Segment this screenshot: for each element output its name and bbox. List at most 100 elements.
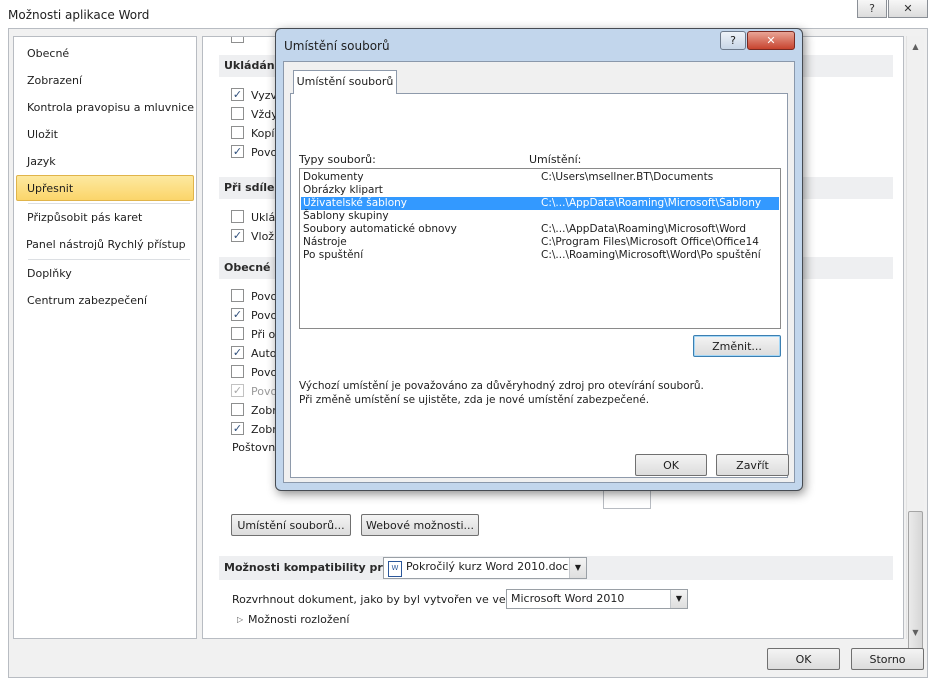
- file-type-cell: Dokumenty: [303, 171, 364, 183]
- file-type-cell: Obrázky klipart: [303, 184, 383, 196]
- sidebar-item-obecne[interactable]: Obecné: [27, 47, 69, 60]
- checkbox-obecne-7[interactable]: [231, 403, 244, 416]
- file-types-column-header: Typy souborů:: [299, 153, 376, 166]
- checkbox-obecne-1[interactable]: [231, 289, 244, 302]
- sidebar-item-zobrazeni[interactable]: Zobrazení: [27, 74, 82, 87]
- location-cell: C:\Users\msellner.BT\Documents: [541, 171, 714, 183]
- compat-document-combo[interactable]: W Pokročilý kurz Word 2010.docx ▼: [383, 557, 587, 579]
- location-cell: C:\Program Files\Microsoft Office\Office…: [541, 236, 759, 248]
- web-options-button-label: Webové možnosti...: [366, 518, 474, 532]
- window-title: Možnosti aplikace Word: [8, 8, 150, 22]
- list-item[interactable]: Obrázky klipart: [301, 184, 779, 197]
- file-types-header-text: Typy souborů:: [299, 153, 376, 166]
- tab-file-locations[interactable]: Umístění souborů: [293, 70, 397, 94]
- list-item[interactable]: Dokumenty C:\Users\msellner.BT\Documents: [301, 171, 779, 184]
- dialog-help-button[interactable]: ?: [720, 31, 746, 50]
- sidebar-item-prizpusobit-pas-karet[interactable]: Přizpůsobit pás karet: [27, 211, 142, 224]
- checkbox-ukladani-3[interactable]: [231, 126, 244, 139]
- chevron-down-icon[interactable]: ▼: [670, 590, 687, 608]
- sidebar-item-upresnit[interactable]: Upřesnit: [27, 182, 73, 195]
- checkbox-label: Uklá: [251, 211, 276, 224]
- checkbox-ukladani-4[interactable]: ✓: [231, 145, 244, 158]
- checkbox-label: Povo: [251, 290, 278, 303]
- checkbox-label: Vlož: [251, 230, 275, 243]
- cancel-button-label: Storno: [869, 652, 906, 666]
- help-icon: ?: [730, 34, 736, 47]
- help-button[interactable]: ?: [857, 0, 887, 18]
- file-locations-button[interactable]: Umístění souborů...: [231, 514, 351, 536]
- location-header-text: Umístění:: [529, 153, 582, 166]
- sidebar-divider: [28, 259, 190, 260]
- sidebar-item-panel-rychly-pristup[interactable]: Panel nástrojů Rychlý přístup: [26, 238, 186, 251]
- checkbox-label: Zobr: [251, 423, 277, 436]
- checkbox-label: Povo: [251, 385, 278, 398]
- change-button[interactable]: Změnit...: [693, 335, 781, 357]
- list-item-selected[interactable]: Uživatelské šablony C:\...\AppData\Roamin…: [301, 197, 779, 210]
- checkbox-obecne-3[interactable]: [231, 327, 244, 340]
- ok-button-label: OK: [795, 652, 812, 666]
- checkbox-sdileni-2[interactable]: ✓: [231, 229, 244, 242]
- web-options-button[interactable]: Webové možnosti...: [361, 514, 479, 536]
- scroll-down-icon[interactable]: ▼: [907, 624, 924, 641]
- close-icon: ✕: [766, 34, 776, 47]
- expand-triangle-icon[interactable]: ▷: [237, 615, 243, 624]
- location-cell: C:\...\Roaming\Microsoft\Word\Po spuštěn…: [541, 249, 761, 261]
- location-column-header: Umístění:: [529, 153, 581, 166]
- location-cell: C:\...\AppData\Roaming\Microsoft\Šablony: [541, 197, 762, 209]
- dialog-close-label: Zavřít: [736, 458, 769, 472]
- sidebar-divider: [28, 203, 190, 204]
- location-cell: C:\...\AppData\Roaming\Microsoft\Word: [541, 223, 747, 235]
- checkbox-obecne-4[interactable]: ✓: [231, 346, 244, 359]
- close-button[interactable]: ✕: [888, 0, 928, 18]
- dialog-ok-label: OK: [663, 458, 679, 472]
- file-locations-button-label: Umístění souborů...: [237, 518, 345, 532]
- file-type-cell: Po spuštění: [303, 249, 364, 261]
- change-button-label: Změnit...: [712, 339, 762, 353]
- sidebar-item-doplnky[interactable]: Doplňky: [27, 267, 72, 280]
- file-type-cell: Soubory automatické obnovy: [303, 223, 457, 235]
- dialog-close-button[interactable]: ✕: [747, 31, 795, 50]
- sidebar-item-centrum-zabezpeceni[interactable]: Centrum zabezpečení: [27, 294, 147, 307]
- checkbox-label: Kopí: [251, 127, 275, 140]
- checkbox-obecne-8[interactable]: ✓: [231, 422, 244, 435]
- checkbox-obecne-2[interactable]: ✓: [231, 308, 244, 321]
- dialog-body: Typy souborů: Umístění: Dokumenty C:\User…: [283, 61, 795, 483]
- ok-button[interactable]: OK: [767, 648, 840, 670]
- compat-document-value: Pokročilý kurz Word 2010.docx: [406, 560, 575, 573]
- checkbox-label: Při o: [251, 328, 276, 341]
- info-text-line-1: Výchozí umístění je považováno za důvěry…: [299, 380, 704, 392]
- tab-panel: Typy souborů: Umístění: Dokumenty C:\User…: [290, 93, 788, 478]
- layout-version-value: Microsoft Word 2010: [511, 592, 625, 605]
- cancel-button[interactable]: Storno: [851, 648, 924, 670]
- checkbox-sdileni-1[interactable]: [231, 210, 244, 223]
- content-scrollbar[interactable]: ▲ ▼: [906, 36, 924, 659]
- list-item[interactable]: Po spuštění C:\...\Roaming\Microsoft\Word…: [301, 249, 779, 262]
- word-document-icon: W: [388, 561, 402, 577]
- list-item[interactable]: Nástroje C:\Program Files\Microsoft Offic…: [301, 236, 779, 249]
- dialog-ok-button[interactable]: OK: [635, 454, 707, 476]
- dialog-close-text-button[interactable]: Zavřít: [716, 454, 789, 476]
- chevron-down-icon[interactable]: ▼: [569, 558, 586, 578]
- info-text-line-2: Při změně umístění se ujistěte, zda je n…: [299, 394, 650, 406]
- checkbox-label: Povo: [251, 146, 278, 159]
- layout-version-combo[interactable]: Microsoft Word 2010 ▼: [506, 589, 688, 609]
- checkbox-ukladani-2[interactable]: [231, 107, 244, 120]
- sidebar-item-ulozit[interactable]: Uložit: [27, 128, 58, 141]
- checkbox-obecne-5[interactable]: [231, 365, 244, 378]
- list-item[interactable]: Soubory automatické obnovy C:\...\AppData…: [301, 223, 779, 236]
- compat-label: Možnosti kompatibility pro:: [224, 561, 395, 574]
- list-item[interactable]: Šablony skupiny: [301, 210, 779, 223]
- checkbox-ukladani-1[interactable]: ✓: [231, 88, 244, 101]
- sidebar-item-jazyk[interactable]: Jazyk: [27, 155, 56, 168]
- layout-version-label: Rozvrhnout dokument, jako by byl vytvoře…: [232, 593, 523, 606]
- layout-options-expander[interactable]: Možnosti rozložení: [248, 613, 349, 626]
- file-type-cell: Uživatelské šablony: [303, 197, 408, 209]
- help-icon: ?: [869, 2, 875, 15]
- sidebar-item-kontrola-pravopisu[interactable]: Kontrola pravopisu a mluvnice: [27, 101, 194, 114]
- checkbox-partial[interactable]: [231, 37, 244, 43]
- postovni-label: Poštovn: [232, 441, 276, 454]
- file-locations-list[interactable]: Dokumenty C:\Users\msellner.BT\Documents …: [299, 168, 781, 329]
- scroll-up-icon[interactable]: ▲: [907, 38, 924, 55]
- options-sidebar: Obecné Zobrazení Kontrola pravopisu a ml…: [13, 36, 197, 639]
- checkbox-label: Zobr: [251, 404, 277, 417]
